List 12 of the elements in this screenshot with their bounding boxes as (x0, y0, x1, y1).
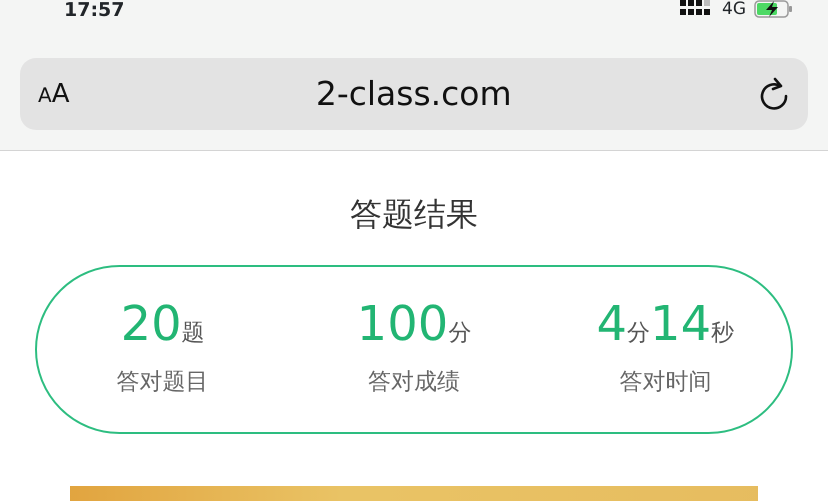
reload-icon[interactable] (758, 77, 790, 111)
clock-time: 17:57 (64, 0, 124, 21)
stat-label: 答对时间 (619, 368, 712, 397)
page-title: 答题结果 (349, 195, 479, 234)
network-type: 4G (722, 0, 746, 18)
url-text[interactable]: 2-class.com (316, 69, 512, 119)
stat-value: 100分 (356, 300, 472, 351)
stat-label: 答对成绩 (368, 368, 460, 397)
text-size-button[interactable]: AA (38, 74, 70, 114)
stat-value: 4分 14秒 (596, 300, 734, 351)
stat-label: 答对题目 (116, 368, 209, 397)
stat-value: 20题 (120, 300, 205, 351)
